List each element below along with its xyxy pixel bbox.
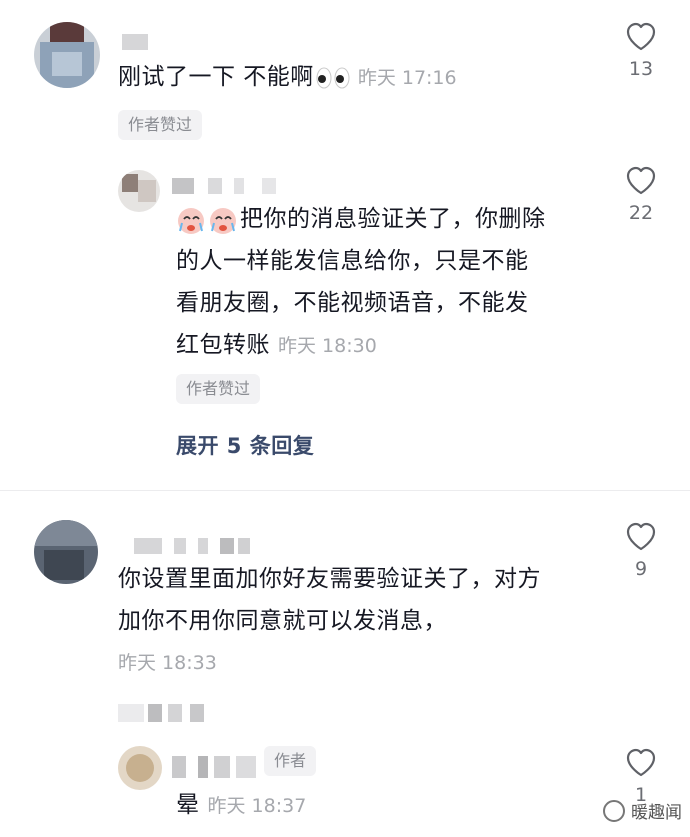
heart-outline-icon (626, 166, 656, 195)
avatar[interactable] (118, 170, 160, 212)
reply-to-username[interactable] (118, 704, 214, 722)
timestamp: 昨天 18:33 (118, 652, 217, 674)
username[interactable] (172, 178, 282, 194)
comment-text: 刚试了一下 不能啊 昨天 17:16 (118, 64, 457, 90)
username[interactable] (172, 756, 262, 778)
expand-replies-link[interactable]: 展开 5 条回复 (176, 430, 314, 460)
username[interactable] (122, 34, 148, 50)
watermark: 暖趣闻 (603, 798, 682, 823)
eyes-emoji-icon (316, 67, 350, 88)
avatar[interactable] (34, 22, 100, 88)
like-count: 13 (628, 58, 654, 80)
like-button[interactable]: 22 (616, 166, 666, 224)
avatar[interactable] (118, 746, 162, 790)
like-count: 9 (634, 558, 648, 580)
like-button[interactable]: 13 (616, 22, 666, 80)
comment-text: 把你的消息验证关了，你删除 的人一样能发信息给你，只是不能 看朋友圈，不能视频语… (176, 206, 546, 358)
wechat-logo-icon (603, 799, 625, 822)
author-tag: 作者 (264, 746, 317, 776)
heart-outline-icon (626, 22, 656, 51)
heart-outline-icon (626, 748, 656, 777)
author-liked-badge: 作者赞过 (176, 374, 261, 404)
author-liked-badge: 作者赞过 (118, 110, 203, 140)
comment-text: 你设置里面加你好友需要验证关了，对方 加你不用你同意就可以发消息， (118, 566, 541, 634)
timestamp: 昨天 18:37 (207, 795, 307, 817)
avatar[interactable] (34, 520, 98, 584)
like-button[interactable]: 9 (616, 522, 666, 580)
crying-face-emoji-icon (178, 207, 236, 234)
timestamp: 昨天 17:16 (357, 67, 457, 89)
like-count: 22 (628, 202, 654, 224)
heart-outline-icon (626, 522, 656, 551)
username[interactable] (134, 538, 250, 554)
timestamp: 昨天 18:30 (278, 335, 377, 357)
divider (0, 490, 690, 491)
comment-text: 晕昨天 18:37 (176, 792, 307, 818)
